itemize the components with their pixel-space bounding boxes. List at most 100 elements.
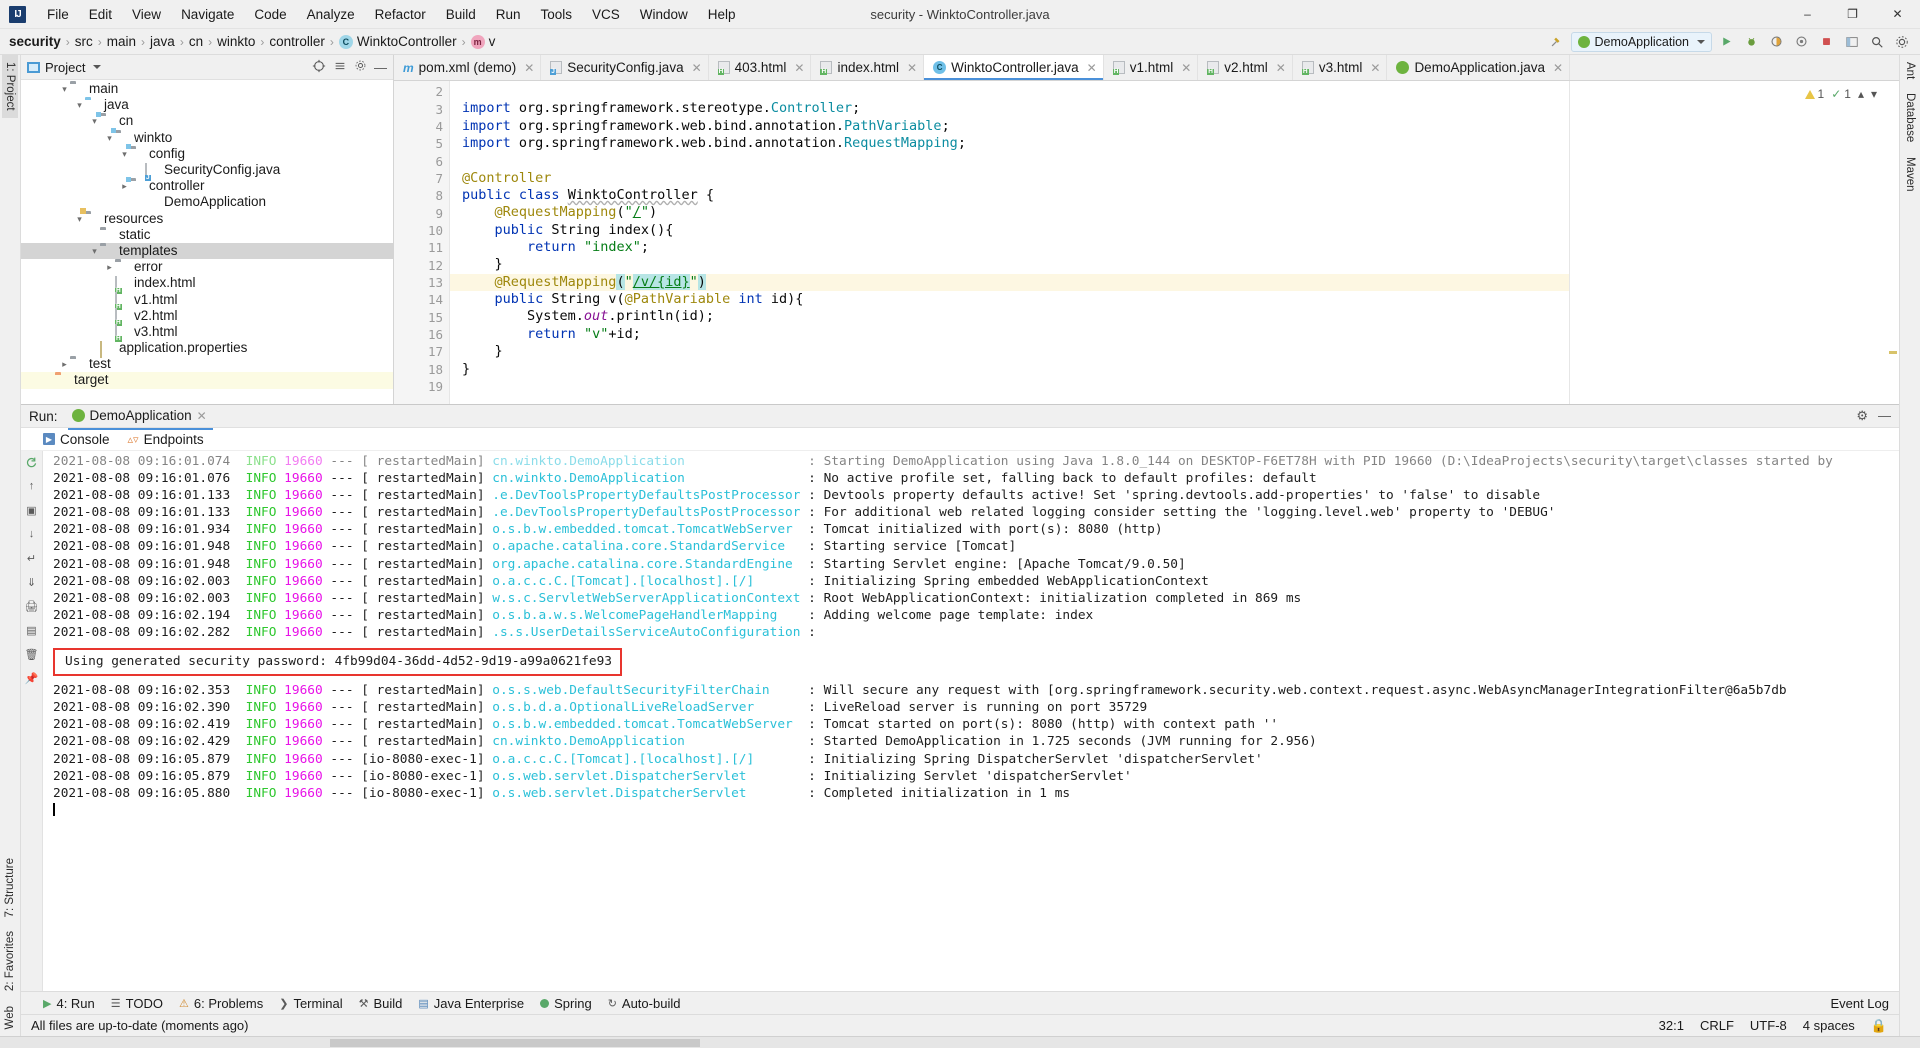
code-line[interactable]: } — [450, 343, 1569, 360]
code-line[interactable]: } — [450, 361, 1569, 378]
tree-item[interactable]: java — [21, 97, 393, 113]
tree-item[interactable]: SecurityConfig.java — [21, 162, 393, 180]
tree-item[interactable]: test — [21, 356, 393, 372]
code-line[interactable]: System.out.println(id); — [450, 308, 1569, 325]
lock-icon[interactable]: 🔒 — [1871, 1018, 1887, 1034]
gutter-line[interactable]: 4 — [394, 118, 449, 135]
code-line[interactable]: import org.springframework.web.bind.anno… — [450, 135, 1569, 152]
menu-item-run[interactable]: Run — [486, 4, 531, 25]
sidebar-item-web[interactable]: Web — [2, 999, 18, 1036]
editor-tab[interactable]: 403.html ✕ — [709, 55, 812, 80]
tree-item[interactable]: DemoApplication — [21, 194, 393, 210]
soft-wrap-icon[interactable]: ↵ — [24, 550, 40, 566]
down-arrow-icon[interactable]: ↓ — [24, 526, 40, 542]
code-line[interactable] — [450, 83, 1569, 100]
breadcrumb-cn[interactable]: cn — [189, 34, 203, 49]
layout-button[interactable] — [1841, 32, 1862, 52]
project-tree[interactable]: mainjavacnwinktoconfigSecurityConfig.jav… — [21, 80, 393, 404]
toolwindow-terminal[interactable]: ❯ Terminal — [279, 996, 342, 1011]
up-arrow-icon[interactable]: ↑ — [24, 478, 40, 494]
sidebar-item-maven[interactable]: Maven — [1902, 150, 1918, 199]
tree-expander-icon[interactable] — [74, 97, 85, 113]
close-icon[interactable]: ✕ — [1370, 61, 1380, 75]
toolwindow-run[interactable]: ▶ 4: Run — [43, 996, 95, 1011]
subtab-console[interactable]: ▶ Console — [43, 432, 110, 447]
code-line[interactable] — [450, 378, 1569, 395]
editor-tab[interactable]: DemoApplication.java ✕ — [1387, 55, 1571, 80]
gutter-line[interactable]: 13 — [394, 274, 449, 291]
menu-item-navigate[interactable]: Navigate — [171, 4, 244, 25]
code-line[interactable]: import org.springframework.web.bind.anno… — [450, 118, 1569, 135]
prev-problem-icon[interactable]: ▴ — [1858, 87, 1864, 101]
menu-item-window[interactable]: Window — [630, 4, 698, 25]
close-icon[interactable]: ✕ — [907, 61, 917, 75]
close-icon[interactable]: ✕ — [197, 409, 207, 423]
editor-scrollbar[interactable] — [1887, 81, 1899, 404]
gutter-line[interactable]: 15 — [394, 308, 449, 325]
editor-tab[interactable]: index.html ✕ — [811, 55, 925, 80]
editor-gutter[interactable]: 2 3 4 5 6 7 8 9 10 11 12 13 14 15 16 17 18 19 — [394, 81, 450, 404]
run-tab-demoapplication[interactable]: DemoApplication ✕ — [67, 406, 213, 430]
close-icon[interactable]: ✕ — [692, 61, 702, 75]
gutter-line[interactable]: 6 — [394, 152, 449, 169]
code-line[interactable]: public class WinktoController { — [450, 187, 1569, 204]
close-icon[interactable]: ✕ — [1181, 61, 1191, 75]
tree-item[interactable]: application.properties — [21, 340, 393, 358]
tree-item[interactable]: templates — [21, 242, 393, 260]
pin-icon[interactable]: 📌 — [24, 670, 40, 686]
toolwindow-java-enterprise[interactable]: ▤ Java Enterprise — [418, 996, 524, 1011]
minimize-button[interactable]: – — [1785, 0, 1830, 29]
code-line[interactable]: @RequestMapping("/") — [450, 204, 1569, 221]
editor-tab[interactable]: SecurityConfig.java ✕ — [541, 55, 709, 80]
clear-all-icon[interactable]: 🗑 — [24, 646, 40, 662]
tree-expander-icon[interactable] — [89, 243, 100, 259]
code-line[interactable]: } — [450, 256, 1569, 273]
code-line[interactable]: public String index(){ — [450, 222, 1569, 239]
tree-item[interactable]: target — [21, 372, 393, 389]
gutter-line[interactable]: 14 — [394, 291, 449, 308]
project-settings-icon[interactable] — [354, 59, 367, 75]
tree-item[interactable]: cn — [21, 113, 393, 129]
tree-item[interactable]: resources — [21, 211, 393, 227]
gutter-line[interactable]: 11 — [394, 239, 449, 256]
code-line[interactable]: return "v"+id; — [450, 326, 1569, 343]
line-separator[interactable]: CRLF — [1700, 1018, 1734, 1033]
breadcrumb-class[interactable]: C WinktoController — [338, 34, 457, 49]
breadcrumb-controller[interactable]: controller — [269, 34, 325, 49]
breadcrumb-method[interactable]: mv — [470, 34, 495, 49]
tree-item[interactable]: controller — [21, 178, 393, 194]
menu-item-view[interactable]: View — [122, 4, 171, 25]
sidebar-item-project[interactable]: 1: Project — [2, 55, 18, 118]
inspection-widget[interactable]: 1 ✓ 1 ▴ ▾ — [1804, 87, 1877, 101]
profiler-button[interactable] — [1791, 32, 1812, 52]
gutter-line[interactable]: 17 — [394, 343, 449, 360]
code-line[interactable]: @Controller — [450, 170, 1569, 187]
tree-item[interactable]: v3.html — [21, 324, 393, 342]
gutter-line[interactable]: 9 — [394, 204, 449, 221]
run-configuration-selector[interactable]: DemoApplication — [1570, 31, 1712, 52]
gutter-line[interactable]: 8 — [394, 187, 449, 204]
toolwindow-todo[interactable]: ☰ TODO — [111, 996, 163, 1011]
project-pane-title[interactable]: Project — [27, 60, 102, 75]
warning-count[interactable]: 1 — [1804, 87, 1824, 101]
menu-item-edit[interactable]: Edit — [79, 4, 122, 25]
code-line[interactable] — [450, 152, 1569, 169]
subtab-endpoints[interactable]: ▵▿ Endpoints — [128, 432, 204, 447]
console-output[interactable]: 2021-08-08 09:16:01.074 INFO 19660 --- [… — [43, 451, 1899, 991]
run-button[interactable] — [1716, 32, 1737, 52]
editor-tab[interactable]: m pom.xml (demo) ✕ — [394, 55, 542, 80]
code-line[interactable]: return "index"; — [450, 239, 1569, 256]
run-settings-icon[interactable]: ⚙ — [1856, 408, 1868, 424]
next-problem-icon[interactable]: ▾ — [1871, 87, 1877, 101]
collapse-all-icon[interactable] — [333, 59, 347, 76]
toolwindow-build[interactable]: ⚒ Build — [359, 996, 403, 1011]
hide-pane-icon[interactable]: — — [374, 60, 387, 75]
tree-expander-icon[interactable] — [59, 81, 70, 97]
maximize-button[interactable]: ❐ — [1830, 0, 1875, 29]
breadcrumb-project[interactable]: security — [9, 34, 61, 49]
camera-icon[interactable]: ▣ — [24, 502, 40, 518]
export-icon[interactable]: ▤ — [24, 622, 40, 638]
stop-button[interactable] — [1816, 32, 1837, 52]
editor-tab[interactable]: v2.html ✕ — [1198, 55, 1293, 80]
gutter-line[interactable]: 5 — [394, 135, 449, 152]
